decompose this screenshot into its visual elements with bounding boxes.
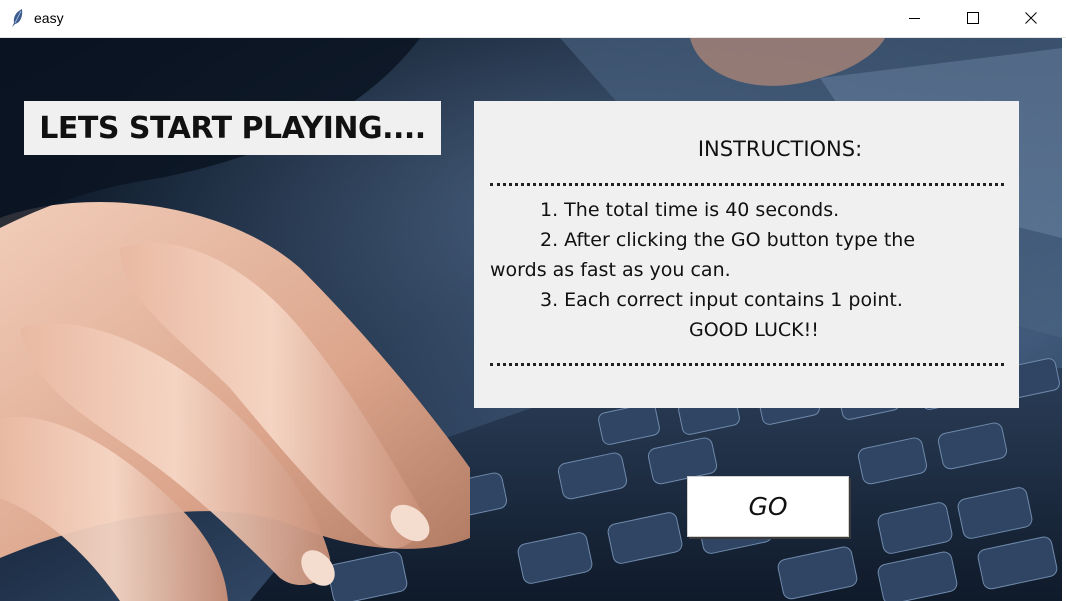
instruction-line-2: 2. After clicking the GO button type the (540, 229, 916, 251)
minimize-button[interactable] (886, 0, 944, 37)
app-window: easy LETS START PLAYING.... INSTRUCTIONS… (0, 0, 1066, 601)
good-luck-text: GOOD LUCK!! (689, 319, 819, 341)
instructions-panel: INSTRUCTIONS: 1. The total time is 40 se… (474, 101, 1019, 408)
title-bar[interactable]: easy (0, 0, 1066, 38)
go-button[interactable]: GO (687, 476, 849, 537)
minimize-icon (909, 9, 921, 28)
dotted-divider-bottom (490, 363, 1004, 366)
dotted-divider-top (490, 183, 1004, 186)
feather-icon (10, 8, 26, 28)
client-area: LETS START PLAYING.... INSTRUCTIONS: 1. … (0, 38, 1062, 601)
heading-label: LETS START PLAYING.... (24, 101, 441, 155)
window-border (1062, 38, 1066, 601)
window-title: easy (34, 10, 64, 26)
maximize-button[interactable] (944, 0, 1002, 37)
instruction-line-4: 3. Each correct input contains 1 point. (540, 289, 903, 311)
close-icon (1025, 9, 1037, 28)
instruction-line-3: words as fast as you can. (490, 259, 731, 281)
instruction-line-1: 1. The total time is 40 seconds. (540, 199, 840, 221)
maximize-icon (967, 9, 979, 28)
close-button[interactable] (1002, 0, 1060, 37)
instructions-title: INSTRUCTIONS: (697, 137, 863, 161)
